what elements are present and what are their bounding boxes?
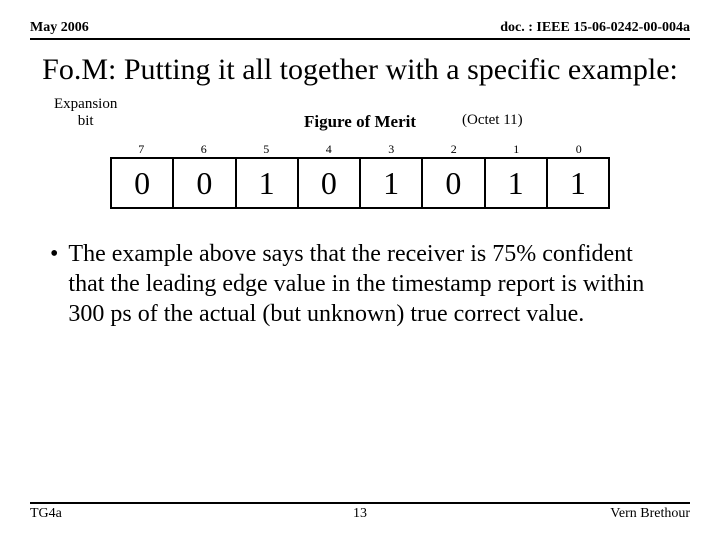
bit-table: 7 6 5 4 3 2 1 0 0 0 1 0 1 0 1 1 [110,142,610,209]
bit-index: 3 [360,142,423,157]
slide-header: May 2006 doc. : IEEE 15-06-0242-00-004a [30,20,690,40]
figure-of-merit-label: Figure of Merit (Octet 11) [30,96,690,132]
bit-index: 1 [485,142,548,157]
bullet-text: The example above says that the receiver… [68,239,670,329]
bit-value: 1 [486,159,548,207]
bit-value: 1 [237,159,299,207]
bit-value: 1 [361,159,423,207]
bit-value: 0 [174,159,236,207]
slide-footer: TG4a 13 Vern Brethour [30,502,690,522]
slide-title: Fo.M: Putting it all together with a spe… [30,52,690,88]
bit-index: 4 [298,142,361,157]
bit-index: 6 [173,142,236,157]
footer-page-number: 13 [30,506,690,522]
bit-value: 0 [423,159,485,207]
bullet-item: • The example above says that the receiv… [50,239,670,329]
bit-value: 1 [548,159,608,207]
header-date: May 2006 [30,20,89,36]
bit-index: 0 [548,142,611,157]
bit-value: 0 [112,159,174,207]
bit-index: 5 [235,142,298,157]
bit-value-row: 0 0 1 0 1 0 1 1 [110,157,610,209]
bit-index-row: 7 6 5 4 3 2 1 0 [110,142,610,157]
bit-index: 2 [423,142,486,157]
bit-index: 7 [110,142,173,157]
bit-value: 0 [299,159,361,207]
header-doc-id: doc. : IEEE 15-06-0242-00-004a [500,20,690,36]
figure-area: Expansion bit Figure of Merit (Octet 11)… [30,96,690,209]
octet-label: (Octet 11) [462,112,523,129]
figure-of-merit-text: Figure of Merit [304,112,416,131]
bullet-dot: • [50,239,58,329]
